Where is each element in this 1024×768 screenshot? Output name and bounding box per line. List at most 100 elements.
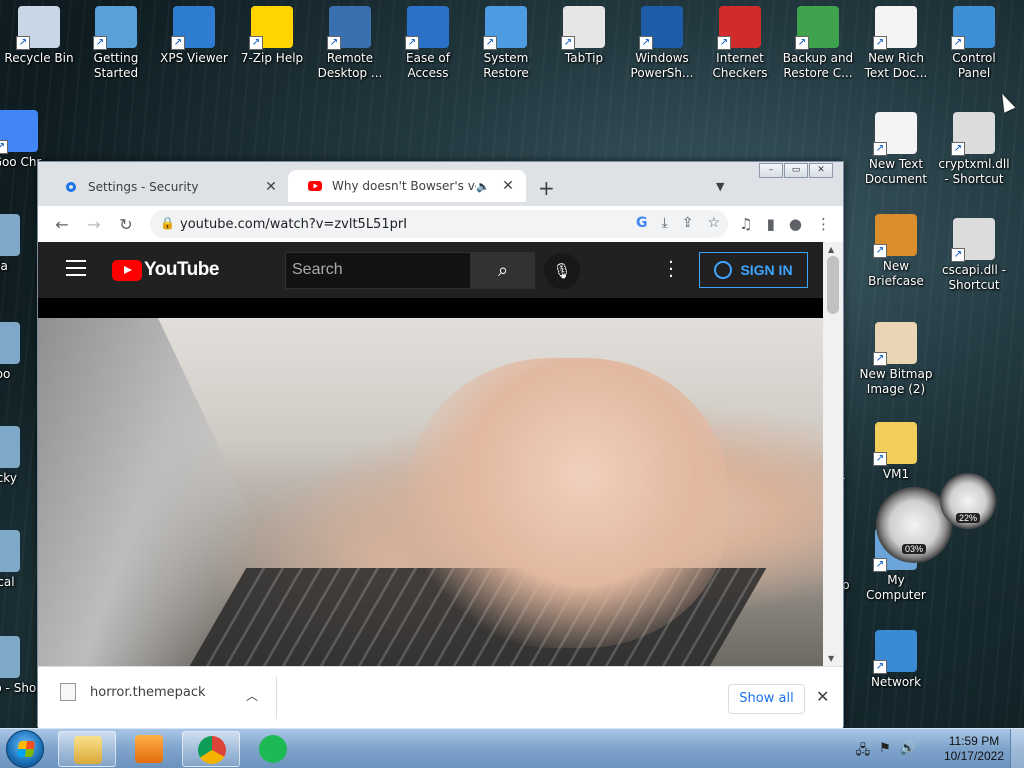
desktop-icon[interactable]: ↗ Backup and Restore C... (779, 6, 857, 81)
desktop-icon[interactable]: ↗ Windows PowerSh... (623, 6, 701, 81)
clock-date: 10/17/2022 (943, 749, 1004, 763)
briefcase-icon: ↗ (873, 214, 917, 258)
desktop-icon[interactable]: ↗ Sticky (0, 426, 38, 486)
new-tab-button[interactable]: + (538, 176, 555, 200)
tab-settings-security[interactable]: Settings - Security ✕ (44, 172, 289, 202)
desktop-icon[interactable]: ↗ New Rich Text Doc... (857, 6, 935, 81)
side-panel-icon[interactable]: ▮ (767, 215, 775, 233)
memory-meter-gadget[interactable]: 22% (940, 473, 996, 529)
desktop-icon[interactable]: ↗ TabTip (545, 6, 623, 66)
desktop-icon[interactable]: ↗ Internet Checkers (701, 6, 779, 81)
chrome-window: Settings - Security ✕ Why doesn't Bowser… (37, 161, 844, 728)
chrome-icon: ↗ (0, 110, 38, 154)
desktop-icon[interactable]: ↗ Spo (0, 322, 38, 382)
show-all-button[interactable]: Show all (728, 684, 805, 714)
desktop-icon[interactable]: ↗ Contro - Sho (0, 636, 38, 696)
show-desktop-button[interactable] (1010, 729, 1024, 768)
start-button[interactable] (6, 730, 44, 768)
profile-avatar-icon[interactable]: ● (789, 215, 802, 233)
tab-search-chevron-icon[interactable]: ▼ (716, 180, 724, 193)
forward-arrow-icon[interactable]: → (84, 215, 104, 234)
minimize-button[interactable]: – (759, 163, 783, 178)
video-player[interactable] (38, 318, 825, 666)
scroll-down-icon[interactable]: ▼ (828, 654, 834, 663)
maximize-button[interactable]: ▭ (784, 163, 808, 178)
close-tab-icon[interactable]: ✕ (500, 178, 516, 194)
download-item[interactable]: horror.themepack (60, 683, 206, 701)
desktop-icon[interactable]: ↗ Getting Started (77, 6, 155, 81)
tab-youtube[interactable]: Why doesn't Bowser's voice 🔈 ✕ (288, 170, 526, 202)
audio-playing-icon[interactable]: 🔈 (476, 180, 490, 193)
desktop-icon[interactable]: ↗ Network (857, 630, 935, 690)
desktop-icon-label: Sticky (0, 471, 17, 485)
microphone-icon: 🎙 (552, 262, 572, 280)
desktop-icon[interactable]: ↗ cryptxml.dll - Shortcut (935, 112, 1013, 187)
menu-kebab-icon[interactable]: ⋮ (816, 215, 831, 233)
spotify-icon (259, 735, 287, 763)
taskbar-chrome[interactable] (182, 731, 240, 767)
desktop-icon[interactable]: ↗ New Bitmap Image (2) (857, 322, 935, 397)
desktop-icon[interactable]: ↗ XPS Viewer (155, 6, 233, 66)
scroll-up-icon[interactable]: ▲ (828, 245, 834, 254)
help-icon: ↗ (249, 6, 293, 50)
search-button[interactable]: ⌕ (471, 252, 535, 289)
desktop-icon[interactable]: ↗ System Restore (467, 6, 545, 81)
page-scrollbar[interactable]: ▲ ▼ (823, 242, 843, 666)
ease-of-access-icon: ↗ (405, 6, 449, 50)
desktop-icon[interactable]: ↗ Ma (0, 214, 38, 274)
media-control-icon[interactable]: ♫ (739, 215, 752, 233)
desktop-icon-label: Control Panel (952, 51, 996, 80)
action-center-flag-icon[interactable]: ⚑ (879, 741, 891, 763)
omnibox-actions: G ⤓ ⇪ ☆ (636, 215, 720, 231)
close-window-button[interactable]: ✕ (809, 163, 833, 178)
desktop-icon[interactable]: ↗ Recycle Bin (0, 6, 78, 66)
spotify-icon: ↗ (0, 322, 20, 364)
voice-search-button[interactable]: 🎙 (544, 253, 580, 289)
hamburger-menu-icon[interactable] (66, 260, 86, 281)
desktop-icon[interactable]: ↗ Local (0, 530, 38, 590)
shortcut-arrow-icon: ↗ (0, 140, 8, 154)
close-download-bar-icon[interactable]: ✕ (816, 687, 829, 706)
share-icon[interactable]: ⇪ (682, 215, 694, 231)
desktop-icon[interactable]: ↗ Remote Desktop ... (311, 6, 389, 81)
address-bar[interactable]: 🔒 youtube.com/watch?v=zvlt5L51prI G ⤓ ⇪ … (150, 210, 728, 238)
taskbar-media-player[interactable] (120, 731, 178, 767)
youtube-logo[interactable]: YouTube (112, 259, 219, 281)
network-tray-icon[interactable]: 🖧 (856, 741, 871, 763)
desktop-icon[interactable]: ↗ New Briefcase (857, 214, 935, 289)
desktop-icon[interactable]: ↗ 7-Zip Help (233, 6, 311, 66)
chevron-up-icon[interactable]: ︿ (246, 687, 258, 704)
clock[interactable]: 11:59 PM 10/17/2022 (944, 734, 1004, 764)
shortcut-arrow-icon: ↗ (873, 142, 887, 156)
scrollbar-thumb[interactable] (827, 256, 839, 314)
shortcut-arrow-icon: ↗ (93, 36, 107, 50)
close-tab-icon[interactable]: ✕ (263, 179, 279, 195)
bookmark-star-icon[interactable]: ☆ (707, 215, 720, 231)
settings-kebab-icon[interactable]: · · · (666, 254, 676, 286)
sign-in-button[interactable]: SIGN IN (699, 252, 808, 288)
desktop-icon-label: Windows PowerSh... (630, 51, 694, 80)
google-icon[interactable]: G (636, 215, 648, 231)
lock-icon[interactable]: 🔒 (160, 216, 175, 230)
search-input[interactable]: Search (285, 252, 471, 289)
reload-icon[interactable]: ↻ (116, 215, 136, 234)
install-icon[interactable]: ⤓ (662, 215, 668, 231)
desktop-icon[interactable]: ↗ Ease of Access (389, 6, 467, 81)
desktop-icon[interactable]: ↗ New Text Document (857, 112, 935, 187)
recycle-bin-icon: ↗ (16, 6, 60, 50)
desktop-icon-label: New Bitmap Image (2) (859, 367, 933, 396)
tab-title: Settings - Security (88, 180, 199, 194)
taskbar-spotify[interactable] (244, 731, 302, 767)
desktop-icon-label: Contro - Sho (0, 681, 37, 695)
back-arrow-icon[interactable]: ← (52, 215, 72, 234)
desktop-icon[interactable]: ↗ VM1 (857, 422, 935, 482)
taskbar-explorer[interactable] (58, 731, 116, 767)
volume-icon[interactable]: 🔊 (900, 741, 916, 763)
local-icon: ↗ (0, 530, 20, 572)
desktop-icon[interactable]: ↗ cscapi.dll - Shortcut (935, 218, 1013, 293)
shortcut-arrow-icon: ↗ (717, 36, 731, 50)
sticky-notes-icon: ↗ (0, 426, 20, 468)
desktop-icon[interactable]: ↗ Control Panel (935, 6, 1013, 81)
shortcut-arrow-icon: ↗ (873, 36, 887, 50)
user-icon (714, 261, 733, 279)
